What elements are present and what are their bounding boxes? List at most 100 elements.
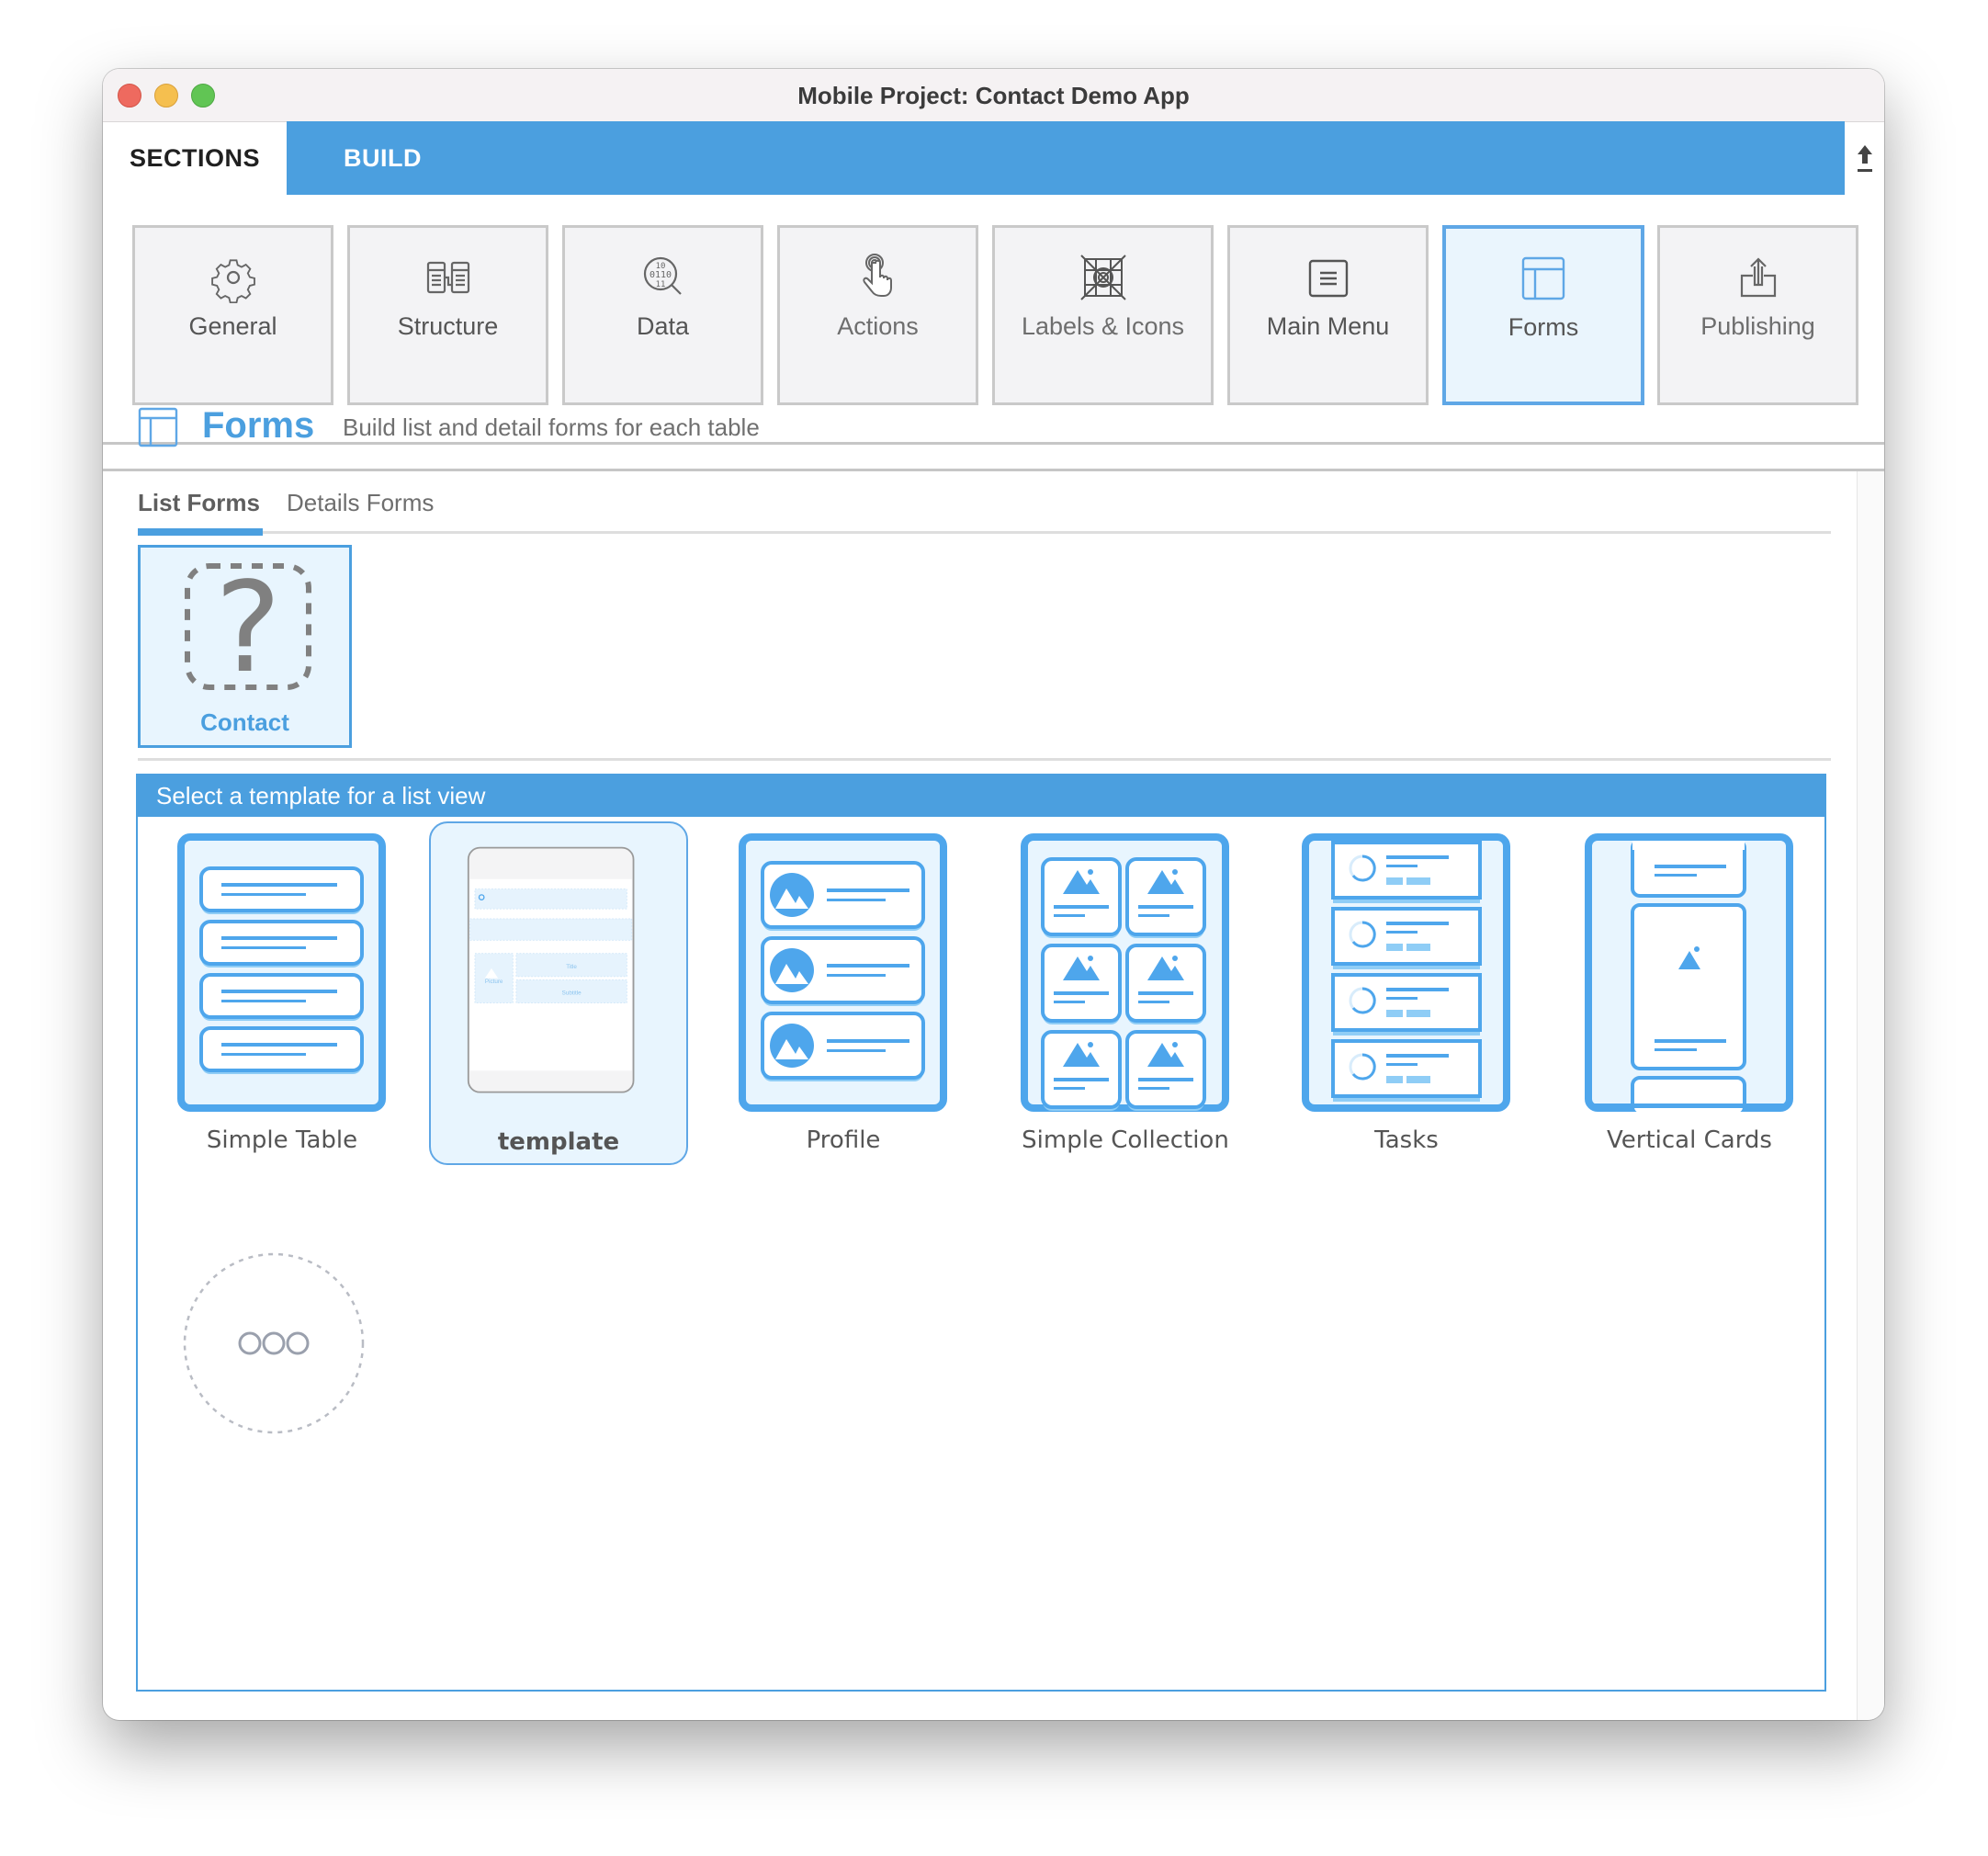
line-placeholder bbox=[1054, 914, 1085, 917]
task-card bbox=[1331, 907, 1482, 966]
sun-glyph bbox=[1088, 956, 1093, 961]
collection-cell bbox=[1125, 1030, 1206, 1109]
task-card bbox=[1331, 973, 1482, 1032]
toolbar-divider bbox=[103, 442, 1884, 445]
section-divider bbox=[138, 758, 1831, 761]
preview-subtitle-text: Subtitle bbox=[562, 990, 582, 997]
collection-cell bbox=[1041, 1030, 1122, 1109]
question-mark-icon: ? bbox=[185, 559, 311, 695]
sun-glyph bbox=[1172, 869, 1178, 875]
toolbar-actions[interactable]: Actions bbox=[777, 225, 978, 405]
upload-icon[interactable] bbox=[1854, 141, 1876, 175]
svg-text:?: ? bbox=[215, 559, 281, 695]
page-subtitle: Build list and detail forms for each tab… bbox=[343, 413, 760, 441]
toolbar-label: Main Menu bbox=[1266, 312, 1390, 340]
template-label: Simple Table bbox=[206, 1126, 358, 1154]
template-simple-collection[interactable]: Simple Collection bbox=[996, 821, 1255, 1165]
preview-title-text: Title bbox=[566, 964, 577, 970]
tag-placeholder bbox=[1386, 1010, 1403, 1017]
sun-glyph bbox=[1172, 956, 1178, 961]
text-placeholder bbox=[827, 1039, 909, 1043]
toolbar-labels-icons[interactable]: Labels & Icons bbox=[992, 225, 1214, 405]
collection-cell bbox=[1125, 944, 1206, 1023]
title-bar: Mobile Project: Contact Demo App bbox=[103, 69, 1884, 122]
text-placeholder bbox=[1386, 988, 1449, 991]
template-panel: Select a template for a list view Simple… bbox=[136, 774, 1826, 1692]
header-divider bbox=[103, 469, 1884, 471]
text-placeholder bbox=[1138, 905, 1193, 909]
share-upload-icon bbox=[1740, 257, 1776, 298]
more-options-icon[interactable] bbox=[182, 1251, 366, 1435]
tasks-template-icon bbox=[1302, 833, 1510, 1112]
row-card bbox=[199, 973, 364, 1019]
tag-placeholder bbox=[1386, 1076, 1403, 1083]
window-title: Mobile Project: Contact Demo App bbox=[797, 82, 1190, 109]
svg-text:10: 10 bbox=[655, 262, 665, 271]
tap-hand-icon bbox=[862, 254, 892, 297]
tag-placeholder bbox=[1386, 877, 1403, 885]
toolbar-label: Actions bbox=[837, 312, 919, 340]
toolbar-structure[interactable]: Structure bbox=[347, 225, 548, 405]
menu-icon bbox=[1308, 259, 1348, 298]
collection-cell bbox=[1125, 857, 1206, 936]
row-card bbox=[199, 1026, 364, 1072]
structure-icon bbox=[426, 261, 469, 294]
simple-collection-template-icon bbox=[1021, 833, 1229, 1112]
avatar-placeholder bbox=[770, 948, 814, 992]
template-profile[interactable]: Profile bbox=[714, 821, 973, 1165]
tab-build[interactable]: BUILD bbox=[287, 121, 1845, 195]
text-placeholder bbox=[221, 1043, 337, 1047]
toolbar-general[interactable]: General bbox=[132, 225, 333, 405]
line-placeholder bbox=[1386, 1063, 1418, 1066]
line-placeholder bbox=[827, 899, 886, 901]
template-label: Vertical Cards bbox=[1607, 1126, 1772, 1154]
task-card bbox=[1331, 1039, 1482, 1098]
sun-glyph bbox=[1088, 869, 1093, 875]
tab-list-forms[interactable]: List Forms bbox=[138, 489, 260, 517]
profile-template-icon bbox=[739, 833, 947, 1112]
tab-sections[interactable]: SECTIONS bbox=[103, 121, 287, 195]
page-title: Forms bbox=[202, 405, 315, 446]
template-label: Simple Collection bbox=[1022, 1126, 1229, 1154]
toolbar-data[interactable]: 0110 10 11 Data bbox=[562, 225, 763, 405]
toolbar-main-menu[interactable]: Main Menu bbox=[1227, 225, 1429, 405]
line-placeholder bbox=[1386, 865, 1418, 867]
line-placeholder bbox=[221, 946, 306, 949]
line-placeholder bbox=[221, 1000, 306, 1002]
toolbar-forms[interactable]: Forms bbox=[1442, 225, 1644, 405]
line-placeholder bbox=[1386, 997, 1418, 1000]
template-custom[interactable]: Picture Title Subtitle template bbox=[429, 821, 688, 1165]
tag-placeholder bbox=[1406, 944, 1430, 951]
tab-details-forms[interactable]: Details Forms bbox=[287, 489, 434, 517]
tabs-divider bbox=[138, 531, 1831, 534]
active-tab-indicator bbox=[138, 528, 263, 536]
line-placeholder bbox=[1138, 1087, 1169, 1090]
simple-table-template-icon bbox=[177, 833, 386, 1112]
main-tab-bar: SECTIONS BUILD bbox=[103, 121, 1884, 195]
template-vertical-cards[interactable]: Vertical Cards bbox=[1560, 821, 1819, 1165]
gear-icon bbox=[210, 259, 255, 303]
text-placeholder bbox=[221, 936, 337, 940]
text-placeholder bbox=[221, 990, 337, 993]
line-placeholder bbox=[1054, 1001, 1085, 1003]
text-placeholder bbox=[827, 964, 909, 968]
collection-cell bbox=[1041, 857, 1122, 936]
template-label: Tasks bbox=[1374, 1126, 1439, 1154]
table-item-label: Contact bbox=[200, 708, 289, 736]
toolbar-publishing[interactable]: Publishing bbox=[1657, 225, 1858, 405]
template-label: template bbox=[497, 1128, 620, 1156]
sun-glyph bbox=[1088, 1042, 1093, 1047]
row-card bbox=[199, 920, 364, 966]
toolbar-label: Structure bbox=[397, 312, 499, 340]
template-simple-table[interactable]: Simple Table bbox=[152, 821, 412, 1165]
template-tasks[interactable]: Tasks bbox=[1277, 821, 1536, 1165]
vertical-scrollbar[interactable] bbox=[1857, 471, 1884, 1720]
line-placeholder bbox=[1386, 931, 1418, 934]
collection-cell bbox=[1041, 944, 1122, 1023]
toolbar-label: General bbox=[188, 312, 277, 340]
svg-text:11: 11 bbox=[655, 280, 665, 289]
sun-glyph bbox=[1172, 1042, 1178, 1047]
template-panel-header: Select a template for a list view bbox=[138, 775, 1824, 817]
toolbar-label: Data bbox=[636, 312, 690, 340]
table-item-contact[interactable]: ? Contact bbox=[138, 545, 352, 748]
